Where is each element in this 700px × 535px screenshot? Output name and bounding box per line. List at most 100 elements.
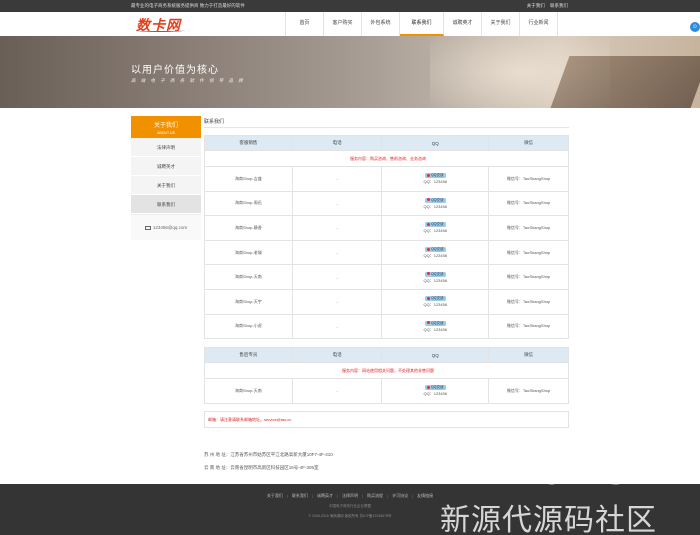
- site-header: 数卡网 首页 客户购买 外包系统 联系我们 诚聘英才 关于我们 行业新闻: [0, 12, 700, 36]
- top-links: 关于我们 联系我们: [523, 3, 568, 9]
- footer-link[interactable]: 友情链接: [417, 493, 433, 498]
- contact-qq-number: QQ：123456: [423, 253, 448, 259]
- sales-contact-table: 客服销售 电话 QQ 微信 服务内容：购买咨询、售前咨询、业务咨询 海商Shop…: [204, 135, 569, 340]
- contact-qq-cell: QQ交谈 QQ：123456: [381, 313, 490, 340]
- sidebar-header: 关于我们 ABOUT US: [131, 116, 201, 138]
- contact-phone: -: [291, 378, 383, 404]
- contact-qq-number: QQ：123456: [423, 203, 448, 209]
- nav-home[interactable]: 首页: [286, 12, 324, 36]
- qq-chat-button[interactable]: QQ交谈: [425, 247, 446, 253]
- sidebar-item-contact[interactable]: 联系我们: [131, 195, 201, 214]
- nav-news[interactable]: 行业新闻: [520, 12, 558, 36]
- table-row: 海商Shop-天南 - QQ交谈 QQ：123456 微信号：TaoShangShop: [204, 264, 569, 290]
- contact-wechat: 微信号：TaoShangShop: [488, 239, 569, 266]
- qq-chat-label: QQ交谈: [431, 271, 444, 276]
- contact-phone: -: [291, 239, 383, 266]
- qq-penguin-icon: [427, 222, 431, 226]
- contact-phone: -: [291, 288, 383, 315]
- qq-chat-button[interactable]: QQ交谈: [425, 173, 446, 179]
- sidebar-item-about[interactable]: 关于我们: [131, 176, 201, 195]
- page-title: 联系我们: [204, 119, 225, 125]
- mail-icon: [144, 225, 151, 230]
- top-link-about[interactable]: 关于我们: [527, 3, 545, 8]
- footer-separator: |: [362, 493, 364, 498]
- sidebar-email-text: 123456@qq.com: [152, 225, 188, 230]
- contact-wechat: 微信号：TaoShangShop: [488, 166, 569, 192]
- qq-chat-label: QQ交谈: [431, 296, 444, 301]
- footer-separator: |: [311, 493, 313, 498]
- logo-text: 数卡网: [136, 18, 181, 34]
- qq-chat-label: QQ交谈: [431, 320, 444, 325]
- footer-separator: |: [387, 493, 389, 498]
- sidebar: 关于我们 ABOUT US 法律声明 诚聘英才 关于我们 联系我们 123456…: [131, 116, 201, 240]
- contact-qq-number: QQ：123456: [423, 302, 448, 308]
- nav-buy[interactable]: 客户购买: [324, 12, 362, 36]
- contact-name: 海商Shop-周迅: [204, 190, 293, 217]
- footer-link[interactable]: 关于我们: [267, 493, 283, 498]
- col-header-qq: QQ: [381, 135, 490, 151]
- col-header-support: 售后专员: [204, 347, 293, 363]
- nav-jobs[interactable]: 诚聘英才: [444, 12, 482, 36]
- contact-name: 海商Shop-老城: [204, 239, 293, 266]
- col-header-wechat: 微信: [488, 347, 569, 363]
- contact-qq-number: QQ：123456: [423, 179, 448, 185]
- sidebar-subtitle: ABOUT US: [157, 131, 175, 135]
- footer-link[interactable]: 购买流程: [367, 493, 383, 498]
- footer-link[interactable]: 联系我们: [292, 493, 308, 498]
- contact-phone: -: [291, 166, 383, 192]
- contact-wechat: 微信号：TaoShangShop: [488, 378, 569, 404]
- footer-link[interactable]: 法律声明: [342, 493, 358, 498]
- qq-chat-button[interactable]: QQ交谈: [425, 271, 446, 277]
- qq-chat-button[interactable]: QQ交谈: [425, 385, 446, 391]
- col-header-wechat: 微信: [488, 135, 569, 151]
- email-notice: 邮箱：请注意请联系邮箱地址。service@tao.cc: [204, 411, 569, 428]
- contact-qq-cell: QQ交谈 QQ：123456: [381, 264, 490, 290]
- logo-swoosh: [136, 29, 184, 32]
- top-link-contact[interactable]: 联系我们: [550, 3, 568, 8]
- contact-qq-number: QQ：123456: [423, 228, 448, 234]
- qq-chat-button[interactable]: QQ交谈: [425, 320, 446, 326]
- contact-name: 海商Shop-天宇: [204, 288, 293, 315]
- qq-chat-label: QQ交谈: [431, 222, 444, 227]
- table-row: 海商Shop-小虎 - QQ交谈 QQ：123456 微信号：TaoShangShop: [204, 313, 569, 340]
- sidebar-title: 关于我们: [153, 123, 178, 129]
- qq-penguin-icon: [427, 198, 431, 202]
- contact-name: 海商Shop-天南: [204, 378, 293, 404]
- table-row: 海商Shop-周迅 - QQ交谈 QQ：123456 微信号：TaoShangShop: [204, 190, 569, 217]
- col-header-phone: 电话: [291, 135, 383, 151]
- qq-penguin-icon: [427, 385, 431, 389]
- top-slogan: 最专业的电子商务系统服务提供商 致力于打造最好的软件: [131, 3, 245, 8]
- float-service-icon[interactable]: ☺: [690, 22, 700, 32]
- qq-chat-label: QQ交谈: [431, 247, 444, 252]
- contact-name: 海商Shop-静香: [204, 215, 293, 241]
- footer-separator: |: [286, 493, 288, 498]
- support-notice: 服务内容：网站使用相关问题，不处理其他非售问题: [204, 362, 569, 379]
- nav-about[interactable]: 关于我们: [482, 12, 520, 36]
- qq-chat-button[interactable]: QQ交谈: [425, 222, 446, 228]
- col-header-phone: 电话: [291, 347, 383, 363]
- footer-link[interactable]: 诚聘英才: [317, 493, 333, 498]
- qq-chat-label: QQ交谈: [431, 173, 444, 178]
- table-row: 海商Shop-老城 - QQ交谈 QQ：123456 微信号：TaoShangShop: [204, 239, 569, 266]
- hero-banner: 以用户价值为核心 高 端 电 子 商 务 软 件 领 导 品 牌: [0, 36, 700, 108]
- contact-name: 海商Shop-天南: [204, 264, 293, 290]
- qq-chat-button[interactable]: QQ交谈: [425, 197, 446, 203]
- nav-contact[interactable]: 联系我们: [400, 12, 444, 36]
- nav-outsource[interactable]: 外包系统: [362, 12, 400, 36]
- title-divider: [204, 127, 569, 128]
- qq-chat-button[interactable]: QQ交谈: [425, 296, 446, 302]
- watermark-latin: XYDai.cn: [448, 448, 658, 494]
- sidebar-item-legal[interactable]: 法律声明: [131, 138, 201, 157]
- table-row: 海商Shop-静香 - QQ交谈 QQ：123456 微信号：TaoShangShop: [204, 215, 569, 241]
- contact-wechat: 微信号：TaoShangShop: [488, 264, 569, 290]
- sidebar-item-jobs[interactable]: 诚聘英才: [131, 157, 201, 176]
- site-logo[interactable]: 数卡网: [136, 15, 186, 34]
- contact-qq-number: QQ：123456: [423, 326, 448, 332]
- footer-link[interactable]: 许可协议: [392, 493, 408, 498]
- contact-qq-cell: QQ交谈 QQ：123456: [381, 378, 490, 404]
- address-yunnan: 云 南 地 址：云南省昆明市高新区科技园区15号-4F-305室: [204, 465, 319, 470]
- qq-penguin-icon: [427, 296, 431, 300]
- col-header-qq: QQ: [381, 347, 490, 363]
- qq-penguin-icon: [427, 272, 431, 276]
- table-row: 海商Shop-吉盛 - QQ交谈 QQ：123456 微信号：TaoShangShop: [204, 166, 569, 192]
